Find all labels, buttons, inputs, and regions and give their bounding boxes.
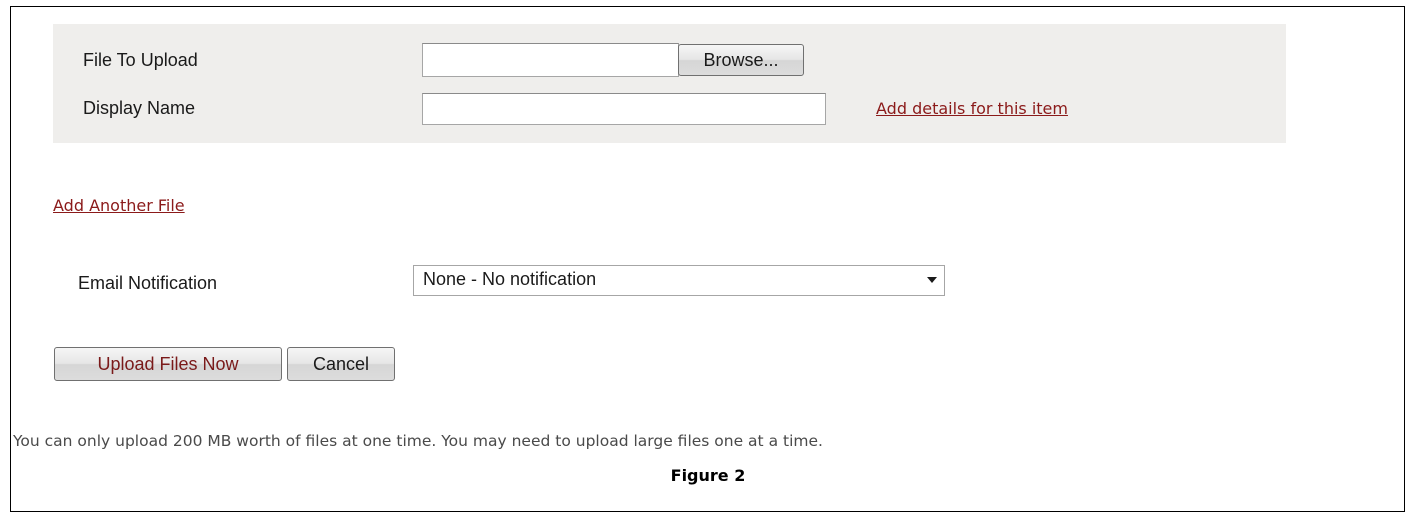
display-name-label: Display Name	[83, 98, 196, 118]
upload-panel	[53, 24, 1286, 143]
browse-button[interactable]: Browse...	[678, 44, 804, 76]
email-notification-label: Email Notification	[78, 273, 218, 293]
upload-limit-note: You can only upload 200 MB worth of file…	[13, 432, 823, 450]
email-notification-select[interactable]: None - No notification	[413, 265, 945, 296]
dropdown-arrow-icon	[927, 277, 937, 283]
cancel-button[interactable]: Cancel	[287, 347, 395, 381]
figure-caption: Figure 2	[670, 466, 746, 485]
upload-files-now-button[interactable]: Upload Files Now	[54, 347, 282, 381]
add-another-file-link[interactable]: Add Another File	[53, 196, 185, 215]
add-details-link[interactable]: Add details for this item	[876, 99, 1068, 118]
display-name-input[interactable]	[422, 93, 826, 125]
file-path-input[interactable]	[422, 43, 679, 77]
file-to-upload-label: File To Upload	[83, 50, 198, 70]
email-notification-selected-value: None - No notification	[423, 269, 597, 289]
